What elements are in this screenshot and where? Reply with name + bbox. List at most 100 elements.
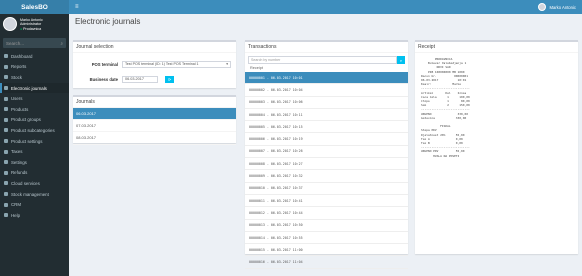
sidebar-item-reports[interactable]: Reports: [0, 62, 69, 73]
stock-icon: [4, 75, 8, 80]
sidebar-item-label: Help: [11, 212, 21, 218]
refunds-icon: [4, 170, 8, 175]
chevron-down-icon: ▾: [226, 62, 228, 66]
transaction-list-item[interactable]: 00000016 - 06.03.2017 11:04: [245, 256, 408, 269]
journal-list-item[interactable]: 07.03.2017: [73, 120, 236, 133]
transaction-list-item[interactable]: 00000001 - 06.03.2017 10:01: [245, 72, 408, 85]
sidebar-item-products[interactable]: Products: [0, 104, 69, 115]
sidebar-item-label: Electronic journals: [11, 85, 47, 91]
pos-terminal-value: Test POS terminal (ID: 1) Test POS Termi…: [125, 62, 199, 66]
cloud-services-icon: [4, 181, 8, 186]
pos-terminal-select[interactable]: Test POS terminal (ID: 1) Test POS Termi…: [122, 60, 231, 68]
transactions-search: Search by number ⌕: [248, 56, 405, 64]
transaction-list-item[interactable]: 00000014 - 06.03.2017 10:55: [245, 232, 408, 245]
journals-list: 06.03.2017 07.03.2017 08.03.2017: [73, 108, 236, 145]
journal-selection-box: Journal selection POS terminal Test POS …: [73, 40, 236, 88]
sidebar-item-label: Refunds: [11, 170, 28, 176]
hamburger-menu-icon[interactable]: ≡: [75, 4, 79, 10]
business-date-row: Business date 06.03.2017 ⟳: [73, 73, 236, 85]
sidebar-item-label: Users: [11, 96, 23, 102]
sidebar: SalesBO Marko Antonic Administrator ● Pr…: [0, 0, 69, 276]
help-icon: [4, 213, 8, 218]
transaction-list-item[interactable]: 00000006 - 06.03.2017 10:19: [245, 133, 408, 146]
journal-list-item[interactable]: 06.03.2017: [73, 108, 236, 121]
transaction-list-item[interactable]: 00000009 - 06.03.2017 10:32: [245, 170, 408, 183]
products-icon: [4, 107, 8, 112]
brand-logo[interactable]: SalesBO: [0, 0, 69, 14]
transactions-search-button[interactable]: ⌕: [397, 56, 405, 64]
sidebar-menu: Dashboard Reports Stock Electronic journals…: [0, 51, 69, 221]
topbar-avatar: [538, 3, 547, 11]
transactions-search-placeholder: Search by number: [251, 58, 281, 62]
transaction-list-item[interactable]: 00000010 - 06.03.2017 10:37: [245, 183, 408, 195]
transactions-list: 00000001 - 06.03.2017 10:01 00000002 - 06…: [245, 72, 408, 269]
sidebar-item-label: Reports: [11, 64, 27, 70]
transaction-list-item[interactable]: 00000012 - 06.03.2017 10:44: [245, 207, 408, 220]
transaction-list-item[interactable]: 00000005 - 06.03.2017 10:15: [245, 121, 408, 134]
business-date-input[interactable]: 06.03.2017: [122, 75, 158, 83]
product-subcategories-icon: [4, 128, 8, 133]
sidebar-item-label: Product settings: [11, 138, 43, 144]
user-info: Marko Antonic Administrator ● Prodavnica: [20, 17, 43, 31]
transaction-list-item[interactable]: 00000002 - 06.03.2017 10:04: [245, 84, 408, 97]
pos-terminal-label: POS terminal: [91, 61, 118, 67]
avatar: [3, 17, 17, 31]
sidebar-item-label: Stock: [11, 74, 22, 80]
journal-list-item[interactable]: 08.03.2017: [73, 132, 236, 145]
business-date-value: 06.03.2017: [125, 77, 145, 81]
receipt-title: Receipt: [415, 42, 578, 53]
transaction-list-item[interactable]: 00000011 - 06.03.2017 10:41: [245, 195, 408, 208]
sidebar-item-stock[interactable]: Stock: [0, 72, 69, 83]
users-icon: [4, 96, 8, 101]
topbar-user-menu[interactable]: Marko Antonic: [538, 3, 576, 11]
transactions-title: Transactions: [245, 42, 408, 53]
sidebar-item-label: Taxes: [11, 149, 23, 155]
reports-icon: [4, 64, 8, 69]
business-date-label: Business date: [89, 76, 118, 82]
transaction-list-item[interactable]: 00000013 - 06.03.2017 10:50: [245, 220, 408, 232]
crm-icon: [4, 202, 8, 207]
sidebar-item-settings[interactable]: Settings: [0, 157, 69, 168]
sidebar-item-dashboard[interactable]: Dashboard: [0, 51, 69, 62]
sidebar-item-crm[interactable]: CRM: [0, 199, 69, 210]
sidebar-item-product-subcategories[interactable]: Product subcategories: [0, 125, 69, 136]
online-dot-icon: ●: [20, 26, 23, 31]
receipt-body: PRODAVNICA Bulevar Oslobodjenja 1 NOVI S…: [421, 57, 572, 158]
sidebar-item-product-groups[interactable]: Product groups: [0, 115, 69, 126]
journal-icon: [4, 86, 8, 91]
sidebar-search-placeholder: Search...: [6, 40, 25, 46]
search-icon: ⌕: [399, 57, 403, 63]
user-panel: Marko Antonic Administrator ● Prodavnica: [0, 14, 69, 36]
journals-box: Journals 06.03.2017 07.03.2017 08.03.2017: [73, 95, 236, 145]
sidebar-item-taxes[interactable]: Taxes: [0, 146, 69, 157]
transaction-list-item[interactable]: 00000003 - 06.03.2017 10:06: [245, 97, 408, 109]
sidebar-item-label: Dashboard: [11, 53, 33, 59]
sidebar-item-electronic-journals[interactable]: Electronic journals: [0, 82, 69, 94]
sidebar-item-label: Cloud services: [11, 180, 40, 186]
transactions-search-input[interactable]: Search by number: [248, 56, 397, 64]
transaction-list-item[interactable]: 00000008 - 06.03.2017 10:27: [245, 158, 408, 171]
sidebar-item-label: Product groups: [11, 117, 41, 123]
refresh-button[interactable]: ⟳: [165, 75, 174, 83]
sidebar-item-cloud-services[interactable]: Cloud services: [0, 178, 69, 189]
dashboard-icon: [4, 54, 8, 59]
product-settings-icon: [4, 139, 8, 144]
pos-terminal-row: POS terminal Test POS terminal (ID: 1) T…: [73, 58, 236, 70]
transaction-list-item[interactable]: 00000007 - 06.03.2017 10:26: [245, 146, 408, 159]
journal-selection-title: Journal selection: [73, 42, 236, 53]
product-groups-icon: [4, 117, 8, 122]
transaction-list-item[interactable]: 00000015 - 06.03.2017 11:00: [245, 244, 408, 257]
journals-title: Journals: [73, 97, 236, 108]
sidebar-item-refunds[interactable]: Refunds: [0, 168, 69, 179]
sidebar-item-help[interactable]: Help: [0, 210, 69, 221]
page-title: Electronic journals: [75, 17, 141, 26]
sidebar-search-input[interactable]: Search... ⌕: [3, 38, 66, 48]
sidebar-item-stock-management[interactable]: Stock management: [0, 189, 69, 200]
sidebar-item-product-settings[interactable]: Product settings: [0, 136, 69, 147]
transaction-list-item[interactable]: 00000004 - 06.03.2017 10:11: [245, 109, 408, 122]
receipt-box: Receipt PRODAVNICA Bulevar Oslobodjenja …: [415, 40, 578, 254]
sidebar-item-users[interactable]: Users: [0, 93, 69, 104]
sidebar-item-label: Settings: [11, 159, 27, 165]
sidebar-item-label: Products: [11, 106, 29, 112]
search-icon[interactable]: ⌕: [60, 41, 63, 46]
